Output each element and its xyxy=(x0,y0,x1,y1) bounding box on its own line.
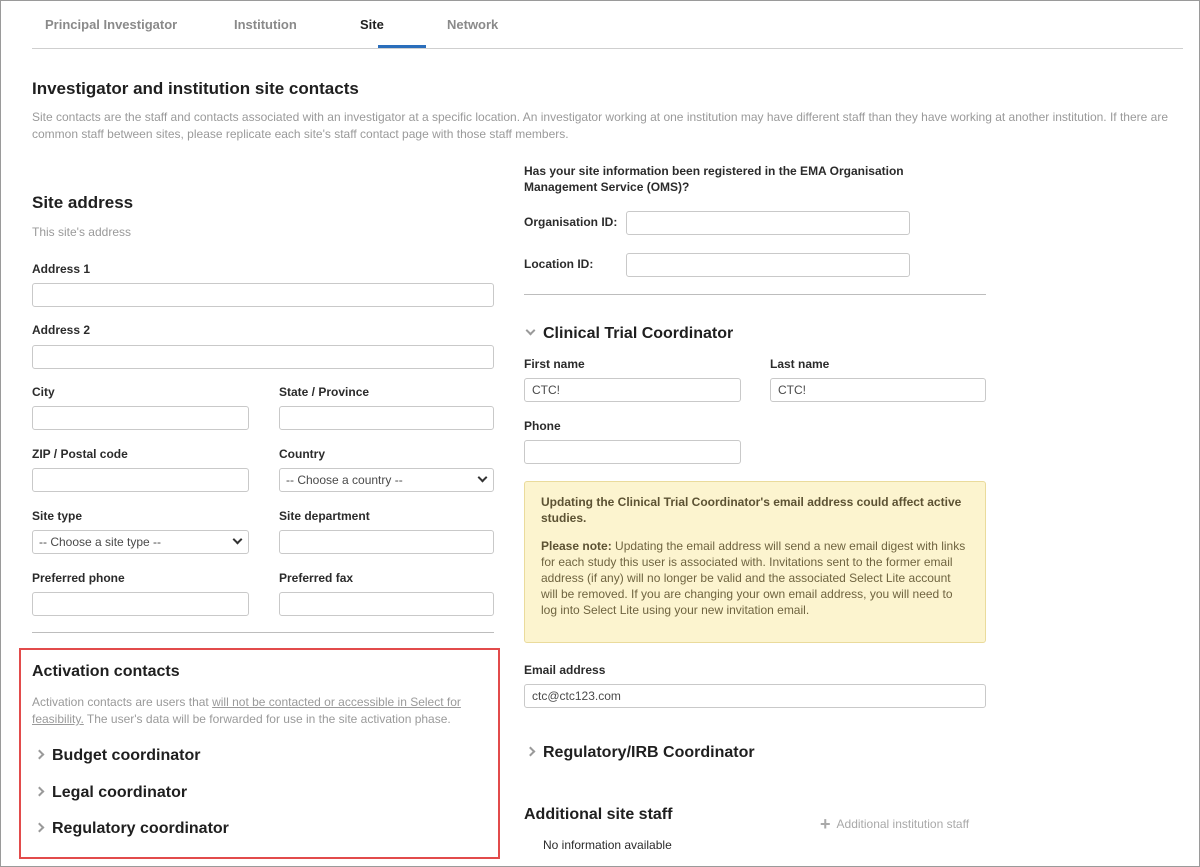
chevron-right-icon xyxy=(34,822,45,833)
ctc-email-input[interactable] xyxy=(524,684,986,708)
activation-contacts-title: Activation contacts xyxy=(32,663,180,680)
organisation-id-label: Organisation ID: xyxy=(524,215,618,229)
country-select-value: -- Choose a country -- xyxy=(286,473,403,487)
budget-coordinator-expander[interactable]: Budget coordinator xyxy=(34,747,200,765)
chevron-down-icon xyxy=(477,472,488,483)
preferred-phone-label: Preferred phone xyxy=(32,571,125,585)
ctc-first-name-label: First name xyxy=(524,357,585,371)
ctc-email-label: Email address xyxy=(524,663,606,677)
ctc-phone-input[interactable] xyxy=(524,440,741,464)
page-title: Investigator and institution site contac… xyxy=(32,79,359,98)
ctc-last-name-input[interactable] xyxy=(770,378,986,402)
address1-label: Address 1 xyxy=(32,262,91,276)
ctc-phone-label: Phone xyxy=(524,419,561,433)
tab-institution[interactable]: Institution xyxy=(234,17,297,32)
regulatory-coordinator-expander[interactable]: Regulatory coordinator xyxy=(34,820,229,838)
add-institution-staff-button[interactable]: + Additional institution staff xyxy=(820,812,969,834)
site-department-input[interactable] xyxy=(279,530,494,554)
additional-site-staff-title: Additional site staff xyxy=(524,806,673,823)
site-address-help: This site's address xyxy=(32,225,131,239)
tab-network[interactable]: Network xyxy=(447,17,498,32)
oms-question: Has your site information been registere… xyxy=(524,164,904,194)
country-select[interactable]: -- Choose a country -- xyxy=(279,468,494,492)
tab-site[interactable]: Site xyxy=(360,17,384,32)
chevron-down-icon xyxy=(525,325,536,336)
state-input[interactable] xyxy=(279,406,494,430)
activation-contacts-help: Activation contacts are users that will … xyxy=(32,695,461,726)
warning-body: Please note: Updating the email address … xyxy=(541,539,966,617)
email-change-warning: Updating the Clinical Trial Coordinator'… xyxy=(524,481,986,643)
location-id-label: Location ID: xyxy=(524,257,594,271)
plus-icon: + xyxy=(820,814,831,834)
chevron-down-icon xyxy=(232,534,243,545)
activation-help-link-2: feasibility. xyxy=(32,712,84,726)
preferred-fax-input[interactable] xyxy=(279,592,494,616)
page-description: Site contacts are the staff and contacts… xyxy=(32,110,1168,141)
divider xyxy=(524,294,986,295)
state-label: State / Province xyxy=(279,385,370,399)
tab-principal-investigator[interactable]: Principal Investigator xyxy=(45,17,177,32)
city-input[interactable] xyxy=(32,406,249,430)
site-type-select-value: -- Choose a site type -- xyxy=(39,535,162,549)
site-type-label: Site type xyxy=(32,509,83,523)
tab-bar: Principal Investigator Institution Site … xyxy=(32,0,1183,49)
divider xyxy=(32,632,494,633)
preferred-fax-label: Preferred fax xyxy=(279,571,354,585)
city-label: City xyxy=(32,385,55,399)
legal-coordinator-expander[interactable]: Legal coordinator xyxy=(34,784,187,802)
site-department-label: Site department xyxy=(279,509,370,523)
activation-help-link: will not be contacted or accessible in S… xyxy=(212,695,461,709)
address2-label: Address 2 xyxy=(32,323,91,337)
ctc-last-name-label: Last name xyxy=(770,357,830,371)
address2-input[interactable] xyxy=(32,345,494,369)
zip-input[interactable] xyxy=(32,468,249,492)
chevron-right-icon xyxy=(34,786,45,797)
ctc-expander[interactable]: Clinical Trial Coordinator xyxy=(525,325,733,343)
zip-label: ZIP / Postal code xyxy=(32,447,128,461)
site-type-select[interactable]: -- Choose a site type -- xyxy=(32,530,249,554)
ctc-first-name-input[interactable] xyxy=(524,378,741,402)
regulatory-irb-expander[interactable]: Regulatory/IRB Coordinator xyxy=(525,744,755,762)
warning-title: Updating the Clinical Trial Coordinator'… xyxy=(541,495,962,525)
active-tab-indicator xyxy=(378,45,426,48)
location-id-input[interactable] xyxy=(626,253,910,277)
organisation-id-input[interactable] xyxy=(626,211,910,235)
country-label: Country xyxy=(279,447,325,461)
site-address-title: Site address xyxy=(32,193,134,212)
preferred-phone-input[interactable] xyxy=(32,592,249,616)
chevron-right-icon xyxy=(34,749,45,760)
no-staff-message: No information available xyxy=(543,838,672,852)
address1-input[interactable] xyxy=(32,283,494,307)
chevron-right-icon xyxy=(525,746,536,757)
